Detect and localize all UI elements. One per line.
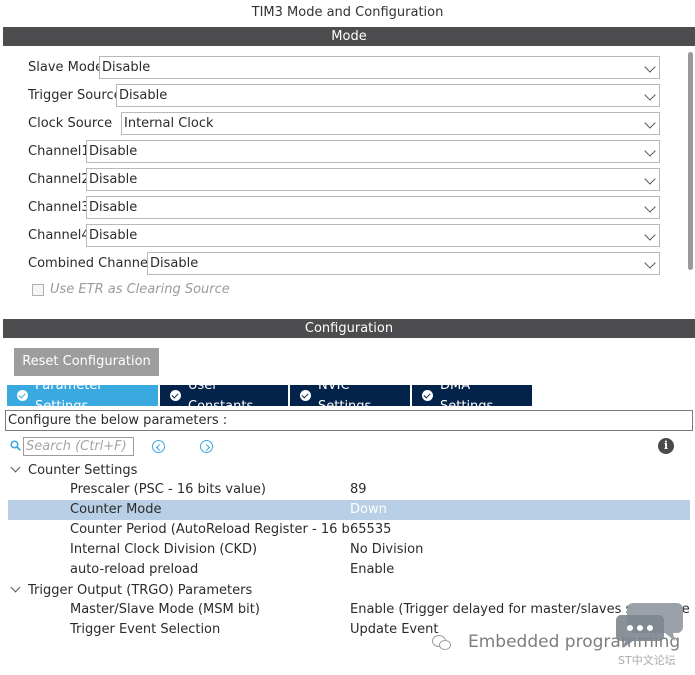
channel3-row: Channel3	[28, 196, 92, 219]
mode-scrollbar[interactable]	[688, 52, 693, 270]
chevron-down-icon	[10, 582, 21, 593]
param-row[interactable]: Counter Period (AutoReload Register - 16…	[8, 520, 690, 540]
channel4-select[interactable]: Disable	[86, 224, 660, 247]
window-title: TIM3 Mode and Configuration	[251, 5, 444, 20]
param-value: Enable	[350, 562, 395, 577]
etr-checkbox[interactable]	[32, 283, 44, 296]
channel2-select[interactable]: Disable	[86, 168, 660, 191]
channel3-label: Channel3	[28, 200, 90, 215]
trigger-source-label: Trigger Source	[28, 88, 122, 103]
chevron-down-icon	[639, 197, 659, 218]
channel2-label: Channel2	[28, 172, 90, 187]
param-row[interactable]: Master/Slave Mode (MSM bit) Enable (Trig…	[8, 600, 690, 620]
clock-source-value: Internal Clock	[124, 116, 214, 131]
check-circle-icon	[170, 390, 181, 401]
combined-channels-label: Combined Channels	[28, 256, 159, 271]
chevron-down-icon	[639, 169, 659, 190]
check-circle-icon	[300, 390, 311, 401]
check-circle-icon	[422, 390, 433, 401]
search-icon	[10, 440, 21, 451]
search-input[interactable]: Search (Ctrl+F)	[23, 437, 134, 456]
param-name: auto-reload preload	[70, 562, 199, 577]
group-counter-settings[interactable]: Counter Settings	[10, 460, 137, 480]
channel4-label: Channel4	[28, 228, 90, 243]
tab-nvic-settings[interactable]: NVIC Settings	[290, 378, 410, 414]
combined-channels-value: Disable	[150, 256, 199, 271]
parameters-instructions: Configure the below parameters :	[5, 410, 693, 431]
clock-source-select[interactable]: Internal Clock	[121, 112, 660, 135]
configuration-section-header: Configuration	[3, 319, 695, 338]
param-row[interactable]: Prescaler (PSC - 16 bits value) 89	[8, 480, 690, 500]
etr-checkbox-label: Use ETR as Clearing Source	[50, 282, 230, 297]
channel1-select[interactable]: Disable	[86, 140, 660, 163]
param-row[interactable]: auto-reload preload Enable	[8, 560, 690, 580]
clock-source-label: Clock Source	[28, 116, 113, 131]
param-value: 65535	[350, 522, 392, 537]
slave-mode-label: Slave Mode	[28, 60, 104, 75]
next-match-icon[interactable]	[200, 440, 213, 453]
chevron-down-icon	[639, 57, 659, 78]
wechat-logo-icon	[432, 635, 451, 650]
param-name: Counter Mode	[70, 502, 162, 517]
combined-channels-select[interactable]: Disable	[147, 252, 660, 275]
combined-channels-row: Combined Channels	[28, 252, 160, 275]
slave-mode-select[interactable]: Disable	[99, 56, 660, 79]
etr-clearing-option[interactable]: Use ETR as Clearing Source	[32, 282, 230, 297]
st-forum-text: ST中文论坛	[618, 654, 676, 667]
channel1-label: Channel1	[28, 144, 90, 159]
chevron-down-icon	[639, 113, 659, 134]
tab-dma-settings[interactable]: DMA Settings	[412, 378, 532, 414]
param-name: Trigger Event Selection	[70, 622, 221, 637]
slave-mode-value: Disable	[102, 60, 151, 75]
chevron-down-icon	[10, 462, 21, 473]
check-circle-icon	[17, 390, 28, 401]
slave-mode-row: Slave Mode	[28, 56, 105, 79]
chevron-down-icon	[639, 85, 659, 106]
group-label: Counter Settings	[28, 462, 138, 478]
param-name: Counter Period (AutoReload Register - 16…	[70, 522, 350, 537]
tab-parameter-settings[interactable]: Parameter Settings	[7, 378, 158, 414]
previous-match-icon[interactable]	[152, 440, 165, 453]
channel1-row: Channel1	[28, 140, 92, 163]
clock-source-row: Clock Source	[28, 112, 114, 135]
param-name: Internal Clock Division (CKD)	[70, 542, 258, 557]
chevron-down-icon	[639, 141, 659, 162]
trigger-source-select[interactable]: Disable	[116, 84, 660, 107]
chat-bubbles-icon	[616, 603, 683, 648]
channel4-value: Disable	[89, 228, 138, 243]
chevron-down-icon	[639, 253, 659, 274]
param-row-selected[interactable]: Counter Mode Down	[8, 500, 690, 520]
param-name: Prescaler (PSC - 16 bits value)	[70, 482, 266, 497]
channel3-value: Disable	[89, 200, 138, 215]
chevron-down-icon	[639, 225, 659, 246]
channel2-value: Disable	[89, 172, 138, 187]
channel1-value: Disable	[89, 144, 138, 159]
mode-panel: Slave Mode Disable Trigger Source Disabl…	[3, 46, 695, 312]
group-label: Trigger Output (TRGO) Parameters	[28, 582, 253, 598]
info-icon[interactable]: i	[658, 438, 674, 454]
tab-user-constants[interactable]: User Constants	[160, 378, 288, 414]
reset-configuration-button[interactable]: Reset Configuration	[14, 348, 159, 376]
param-value: 89	[350, 482, 367, 497]
param-value: Down	[350, 502, 387, 517]
mode-section-header: Mode	[3, 27, 695, 46]
param-value: No Division	[350, 542, 424, 557]
group-trigger-output[interactable]: Trigger Output (TRGO) Parameters	[10, 580, 252, 600]
param-name: Master/Slave Mode (MSM bit)	[70, 602, 260, 617]
config-tabs: Parameter Settings User Constants NVIC S…	[7, 378, 534, 414]
param-row[interactable]: Internal Clock Division (CKD) No Divisio…	[8, 540, 690, 560]
channel3-select[interactable]: Disable	[86, 196, 660, 219]
channel2-row: Channel2	[28, 168, 92, 191]
channel4-row: Channel4	[28, 224, 92, 247]
trigger-source-row: Trigger Source	[28, 84, 124, 107]
trigger-source-value: Disable	[119, 88, 168, 103]
